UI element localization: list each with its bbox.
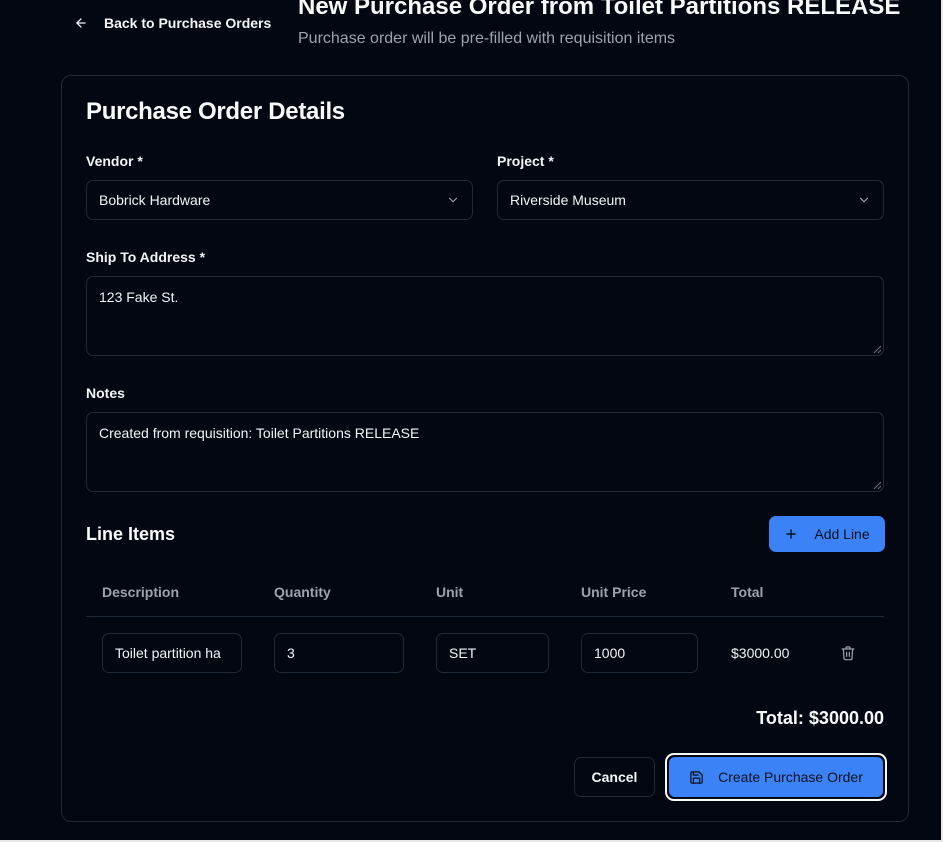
notes-value: Created from requisition: Toilet Partiti… xyxy=(99,425,420,441)
chevron-down-icon xyxy=(448,197,458,203)
column-header-description: Description xyxy=(102,584,180,600)
column-header-total: Total xyxy=(731,584,764,600)
row-total: $3000.00 xyxy=(731,645,790,661)
project-label: Project * xyxy=(497,153,554,169)
quantity-input[interactable]: 3 xyxy=(274,633,404,673)
add-line-label: Add Line xyxy=(814,526,870,542)
trash-icon[interactable] xyxy=(840,645,856,661)
notes-label: Notes xyxy=(86,385,125,401)
notes-textarea[interactable]: Created from requisition: Toilet Partiti… xyxy=(86,412,884,492)
page-title: New Purchase Order from Toilet Partition… xyxy=(298,0,901,20)
project-select[interactable]: Riverside Museum xyxy=(497,180,884,220)
column-header-unit-price: Unit Price xyxy=(581,584,647,600)
ship-to-address-textarea[interactable]: 123 Fake St. xyxy=(86,276,884,356)
page-subtitle: Purchase order will be pre-filled with r… xyxy=(298,30,676,47)
description-input[interactable]: Toilet partition ha xyxy=(102,633,242,673)
cancel-button[interactable]: Cancel xyxy=(574,757,655,797)
create-button-body: Create Purchase Order xyxy=(669,757,883,797)
card-title: Purchase Order Details xyxy=(86,98,345,125)
grand-total: Total: $3000.00 xyxy=(756,708,884,728)
column-header-unit: Unit xyxy=(436,584,464,600)
project-selected-value: Riverside Museum xyxy=(510,192,626,208)
back-to-purchase-orders-link[interactable]: Back to Purchase Orders xyxy=(74,13,271,33)
add-line-button[interactable]: Add Line xyxy=(769,516,885,552)
unit-input[interactable]: SET xyxy=(436,633,549,673)
table-header-divider xyxy=(86,616,884,617)
vendor-selected-value: Bobrick Hardware xyxy=(99,192,211,208)
line-items-title: Line Items xyxy=(86,524,176,544)
back-link-label: Back to Purchase Orders xyxy=(104,15,272,31)
ship-to-address-label: Ship To Address * xyxy=(86,249,206,265)
chevron-down-icon xyxy=(859,197,869,203)
vendor-select[interactable]: Bobrick Hardware xyxy=(86,180,473,220)
create-purchase-order-button[interactable]: Create Purchase Order xyxy=(665,753,887,801)
resize-grip-icon[interactable] xyxy=(873,345,881,353)
arrow-left-icon xyxy=(76,18,86,28)
resize-grip-icon[interactable] xyxy=(873,481,881,489)
column-header-quantity: Quantity xyxy=(274,584,331,600)
save-icon xyxy=(690,770,703,784)
unit-price-input[interactable]: 1000 xyxy=(581,633,698,673)
cancel-label: Cancel xyxy=(591,769,638,785)
plus-icon xyxy=(786,529,797,539)
purchase-order-details-card: Purchase Order Details Vendor * Bobrick … xyxy=(61,75,909,822)
create-label: Create Purchase Order xyxy=(718,769,863,785)
ship-to-address-value: 123 Fake St. xyxy=(99,289,179,305)
vendor-label: Vendor * xyxy=(86,153,143,169)
